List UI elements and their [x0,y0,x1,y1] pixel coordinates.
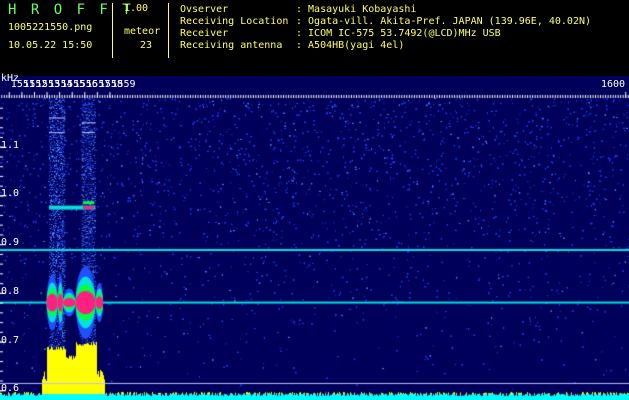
header-separator-right [168,3,169,58]
location-value: : Ogata-vill. Akita-Pref. JAPAN (139.96E… [296,16,592,27]
receiver-label: Receiver [180,28,229,39]
receiver-value: : ICOM IC-575 53.7492(@LCD)MHz USB [296,28,501,39]
header-separator-left [112,3,113,58]
count-value: 23 [140,40,153,51]
app-name: H R O F F T [8,2,134,18]
header: H R O F F T 1.00 1005221550.png 10.05.22… [0,0,629,76]
x-tick-label: 1559 [111,79,136,90]
antenna-value: : A504HB(yagi 4el) [296,40,405,51]
y-tick-label: 0.7 [1,334,20,346]
location-label: Receiving Location [180,16,289,27]
antenna-label: Receiving antenna [180,40,283,51]
file-name: 1005221550.png [8,22,93,33]
x-tick-label: 1600 [601,79,626,90]
y-tick-label: 0.8 [1,285,20,297]
spectrogram-canvas [0,76,629,400]
count-label: meteor [124,26,161,37]
y-axis-unit-label: kHz [1,73,20,84]
y-tick-label: 0.9 [1,237,20,249]
observer-value: : Masayuki Kobayashi [296,4,417,15]
observer-label: Ovserver [180,4,229,15]
app-version: 1.00 [124,3,149,14]
y-tick-label: 0.6 [1,383,20,395]
datetime: 10.05.22 15:50 [8,40,93,51]
y-tick-label: 1.0 [1,188,20,200]
y-tick-label: 1.1 [1,139,20,151]
